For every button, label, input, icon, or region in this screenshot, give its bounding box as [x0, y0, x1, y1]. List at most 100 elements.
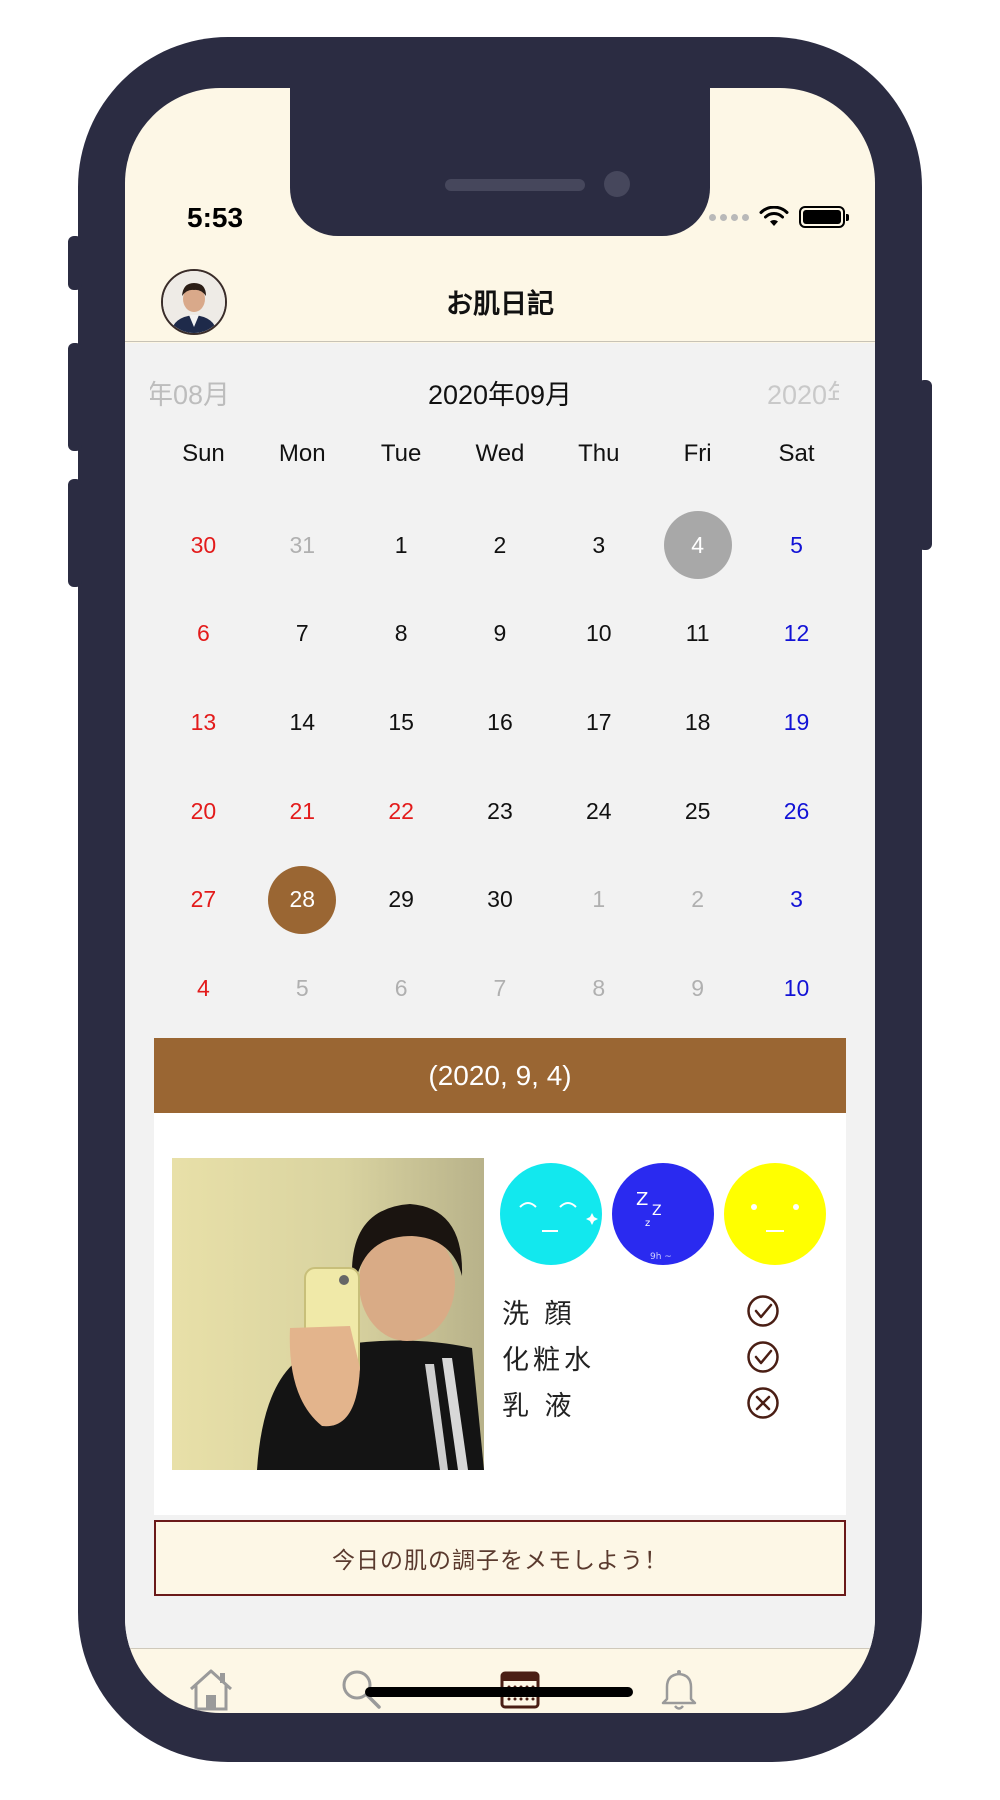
tab-bar [125, 1648, 875, 1713]
calendar-day-label: 4 [197, 974, 210, 1001]
calendar-day[interactable]: 14 [253, 678, 352, 767]
current-month: 2020年09月 [427, 380, 573, 410]
calendar-day[interactable]: 6 [352, 944, 451, 1033]
calendar-day[interactable]: 6 [154, 590, 253, 679]
calendar-day[interactable]: 16 [451, 678, 550, 767]
calendar-day[interactable]: 29 [352, 855, 451, 944]
checklist-label: 乳 液 [502, 1390, 576, 1421]
calendar-day[interactable]: 10 [549, 590, 648, 679]
calendar-day-label: 29 [388, 886, 414, 913]
calendar-day[interactable]: 7 [253, 590, 352, 679]
calendar-day[interactable]: 25 [648, 767, 747, 856]
calendar-day[interactable]: 17 [549, 678, 648, 767]
calendar-day-label: 8 [592, 974, 606, 1001]
calendar-day-label: 7 [295, 620, 309, 647]
home-icon[interactable] [183, 1661, 239, 1713]
skincare-checklist: 洗 顔 化粧水 乳 液 [502, 1288, 802, 1426]
calendar-day[interactable]: 2 [648, 855, 747, 944]
calendar-day-label: 14 [289, 708, 316, 735]
calendar-day[interactable]: 1 [549, 855, 648, 944]
checklist-item: 化粧水 [502, 1334, 802, 1380]
calendar-day[interactable]: 1 [352, 501, 451, 590]
calendar-day[interactable]: 30 [451, 855, 550, 944]
checklist-item: 乳 液 [502, 1380, 802, 1426]
memo-button[interactable]: 今日の肌の調子をメモしよう！ [154, 1520, 846, 1596]
calendar-day-label: 6 [394, 974, 408, 1001]
sleep-hours-label: 9h ~ [650, 1252, 672, 1262]
calendar-day[interactable]: 31 [253, 501, 352, 590]
speaker [445, 179, 585, 191]
calendar-day[interactable]: 3 [549, 501, 648, 590]
calendar-day[interactable]: 23 [451, 767, 550, 856]
home-indicator [365, 1687, 633, 1697]
weekday-label: Fri [683, 440, 712, 467]
calendar-day-label: 5 [790, 531, 803, 558]
calendar-day-label: 10 [586, 620, 612, 647]
weekday-header: Sun Mon Tue Wed Thu Fri Sat [154, 440, 846, 468]
weekday-label: Wed [475, 440, 525, 467]
checklist-item: 洗 顔 [502, 1288, 802, 1334]
happy-face-icon [500, 1163, 602, 1265]
calendar-day[interactable]: 2 [451, 501, 550, 590]
calendar-day[interactable]: 5 [747, 501, 846, 590]
front-camera [604, 171, 630, 197]
calendar-day[interactable]: 19 [747, 678, 846, 767]
weekday-label: Sun [182, 440, 225, 467]
nav-bar: お肌日記 [125, 258, 875, 342]
calendar-day[interactable]: 27 [154, 855, 253, 944]
silent-switch [68, 236, 82, 290]
status-time: 5:53 [187, 202, 244, 233]
calendar-day-label: 26 [783, 797, 810, 824]
calendar-day[interactable]: 18 [648, 678, 747, 767]
calendar-day[interactable]: 10 [747, 944, 846, 1033]
check-circle-icon [747, 1341, 779, 1373]
weekday-label: Thu [578, 440, 620, 467]
weekday-label: Mon [278, 440, 326, 467]
calendar-day[interactable]: 21 [253, 767, 352, 856]
calendar-day[interactable]: 12 [747, 590, 846, 679]
calendar-day-label: 22 [388, 797, 414, 824]
calendar-day[interactable]: 3 [747, 855, 846, 944]
calendar-day[interactable]: 9 [451, 590, 550, 679]
calendar-day[interactable]: 4 [154, 944, 253, 1033]
calendar-day-label: 31 [289, 531, 316, 558]
calendar-day-label: 15 [388, 708, 414, 735]
bell-icon[interactable] [651, 1661, 707, 1713]
calendar-day[interactable]: 5 [253, 944, 352, 1033]
next-month[interactable]: 2020年10月 [767, 373, 839, 412]
calendar-day[interactable]: 24 [549, 767, 648, 856]
calendar-day[interactable]: 11 [648, 590, 747, 679]
calendar-day-label: 16 [487, 708, 513, 735]
calendar-day-label: 3 [592, 531, 606, 558]
calendar-day[interactable]: 7 [451, 944, 550, 1033]
calendar-day-label: 4 [691, 531, 705, 558]
calendar-day[interactable]: 26 [747, 767, 846, 856]
checklist-label: 化粧水 [502, 1344, 595, 1375]
battery-icon [799, 206, 849, 228]
calendar-day-label: 24 [586, 797, 612, 824]
calendar-day[interactable]: 22 [352, 767, 451, 856]
calendar-day-label: 11 [685, 620, 710, 647]
check-circle-icon [747, 1295, 779, 1327]
skin-photo[interactable] [172, 1158, 484, 1470]
calendar-day[interactable]: 30 [154, 501, 253, 590]
calendar-day-label: 8 [394, 620, 408, 647]
mood-icons: Z Z z 9h ~ [500, 1163, 826, 1265]
calendar-day-label: 17 [586, 708, 612, 735]
calendar-day[interactable]: 20 [154, 767, 253, 856]
calendar-day-today[interactable]: 28 [253, 855, 352, 944]
calendar-day-label: 3 [790, 886, 803, 913]
cross-circle-icon [747, 1387, 779, 1419]
calendar-day-label: 30 [487, 886, 513, 913]
calendar-day[interactable]: 15 [352, 678, 451, 767]
calendar-day[interactable]: 13 [154, 678, 253, 767]
svg-text:Z: Z [636, 1189, 648, 1210]
calendar-day-label: 9 [493, 620, 507, 647]
calendar-day[interactable]: 8 [549, 944, 648, 1033]
calendar-day[interactable]: 9 [648, 944, 747, 1033]
page-title: お肌日記 [446, 289, 554, 319]
calendar-day-selected[interactable]: 4 [648, 501, 747, 590]
calendar-day[interactable]: 8 [352, 590, 451, 679]
calendar-day-label: 12 [783, 620, 810, 647]
calendar-day-label: 30 [190, 531, 217, 558]
